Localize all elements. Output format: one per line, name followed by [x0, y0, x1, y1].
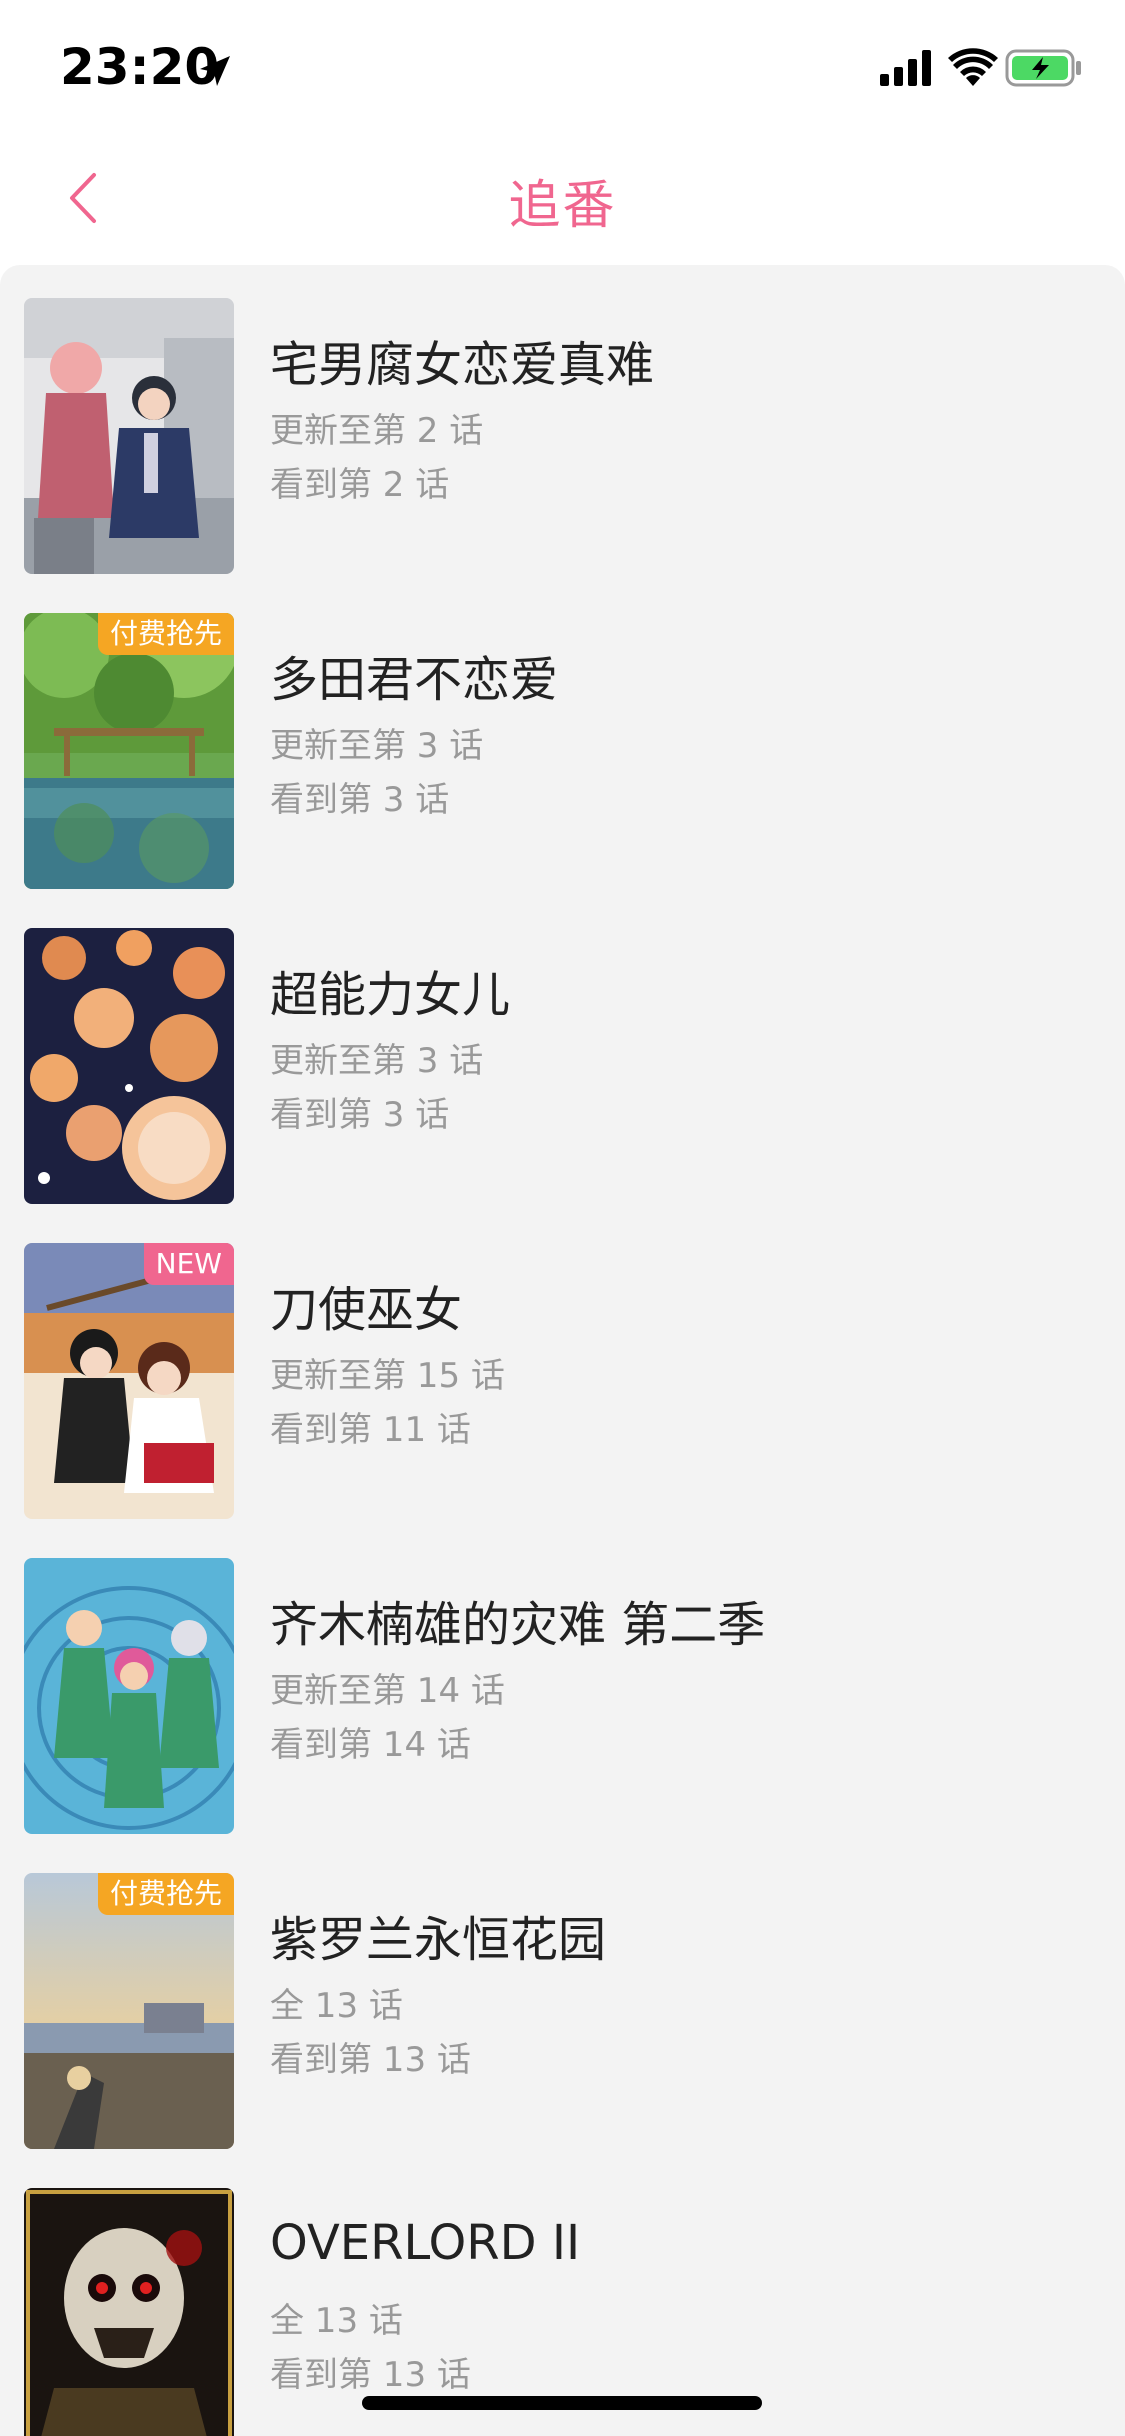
list-item[interactable]: 超能力女儿 更新至第 3 话 看到第 3 话	[0, 895, 1125, 1210]
list-item[interactable]: OVERLORD II 全 13 话 看到第 13 话	[0, 2155, 1125, 2436]
item-title: 宅男腐女恋爱真难	[270, 337, 655, 393]
cover-image	[24, 928, 234, 1204]
item-title: 多田君不恋爱	[270, 652, 559, 708]
watch-progress: 看到第 11 话	[270, 1410, 471, 1450]
page-title: 追番	[508, 176, 617, 236]
new-badge: NEW	[143, 1243, 234, 1285]
status-bar: 23:20	[0, 0, 1125, 135]
update-status: 更新至第 14 话	[270, 1671, 505, 1711]
list-item[interactable]: NEW 刀使巫女 更新至第 15 话 看到第 11 话	[0, 1210, 1125, 1525]
update-status: 更新至第 3 话	[270, 1041, 484, 1081]
item-title: 刀使巫女	[270, 1282, 463, 1338]
watch-progress: 看到第 3 话	[270, 780, 450, 820]
wifi-icon	[948, 46, 998, 88]
update-status: 全 13 话	[270, 2301, 403, 2341]
paid-early-access-badge: 付费抢先	[97, 613, 234, 655]
cover-image	[24, 2188, 234, 2436]
update-status: 更新至第 3 话	[270, 726, 484, 766]
watch-progress: 看到第 13 话	[270, 2355, 471, 2395]
item-title: 紫罗兰永恒花园	[270, 1912, 607, 1968]
bangumi-list[interactable]: 宅男腐女恋爱真难 更新至第 2 话 看到第 2 话 付费抢先 多田君不恋爱 更新…	[0, 265, 1125, 2436]
list-item[interactable]: 宅男腐女恋爱真难 更新至第 2 话 看到第 2 话	[0, 265, 1125, 580]
update-status: 更新至第 2 话	[270, 411, 484, 451]
navigation-bar: 追番	[0, 135, 1125, 265]
cover-image: 付费抢先	[24, 613, 234, 889]
home-indicator[interactable]	[362, 2396, 762, 2410]
item-title: 超能力女儿	[270, 967, 511, 1023]
cellular-signal-icon	[880, 48, 934, 88]
list-item[interactable]: 齐木楠雄的灾难 第二季 更新至第 14 话 看到第 14 话	[0, 1525, 1125, 1840]
update-status: 全 13 话	[270, 1986, 403, 2026]
watch-progress: 看到第 3 话	[270, 1095, 450, 1135]
watch-progress: 看到第 13 话	[270, 2040, 471, 2080]
update-status: 更新至第 15 话	[270, 1356, 505, 1396]
cover-image	[24, 298, 234, 574]
watch-progress: 看到第 14 话	[270, 1725, 471, 1765]
screen: 23:20 追番 宅男腐女恋爱真难 更新至第 2 话 看到第 2 话 付费抢先 …	[0, 0, 1125, 2436]
item-title: 齐木楠雄的灾难 第二季	[270, 1597, 766, 1653]
list-item[interactable]: 付费抢先 多田君不恋爱 更新至第 3 话 看到第 3 话	[0, 580, 1125, 895]
location-arrow-icon	[196, 52, 234, 90]
item-title: OVERLORD II	[270, 2215, 581, 2271]
paid-early-access-badge: 付费抢先	[97, 1873, 234, 1915]
watch-progress: 看到第 2 话	[270, 465, 450, 505]
list-item[interactable]: 付费抢先 紫罗兰永恒花园 全 13 话 看到第 13 话	[0, 1840, 1125, 2155]
battery-charging-icon	[1005, 48, 1083, 88]
cover-image: NEW	[24, 1243, 234, 1519]
cover-image	[24, 1558, 234, 1834]
cover-image: 付费抢先	[24, 1873, 234, 2149]
